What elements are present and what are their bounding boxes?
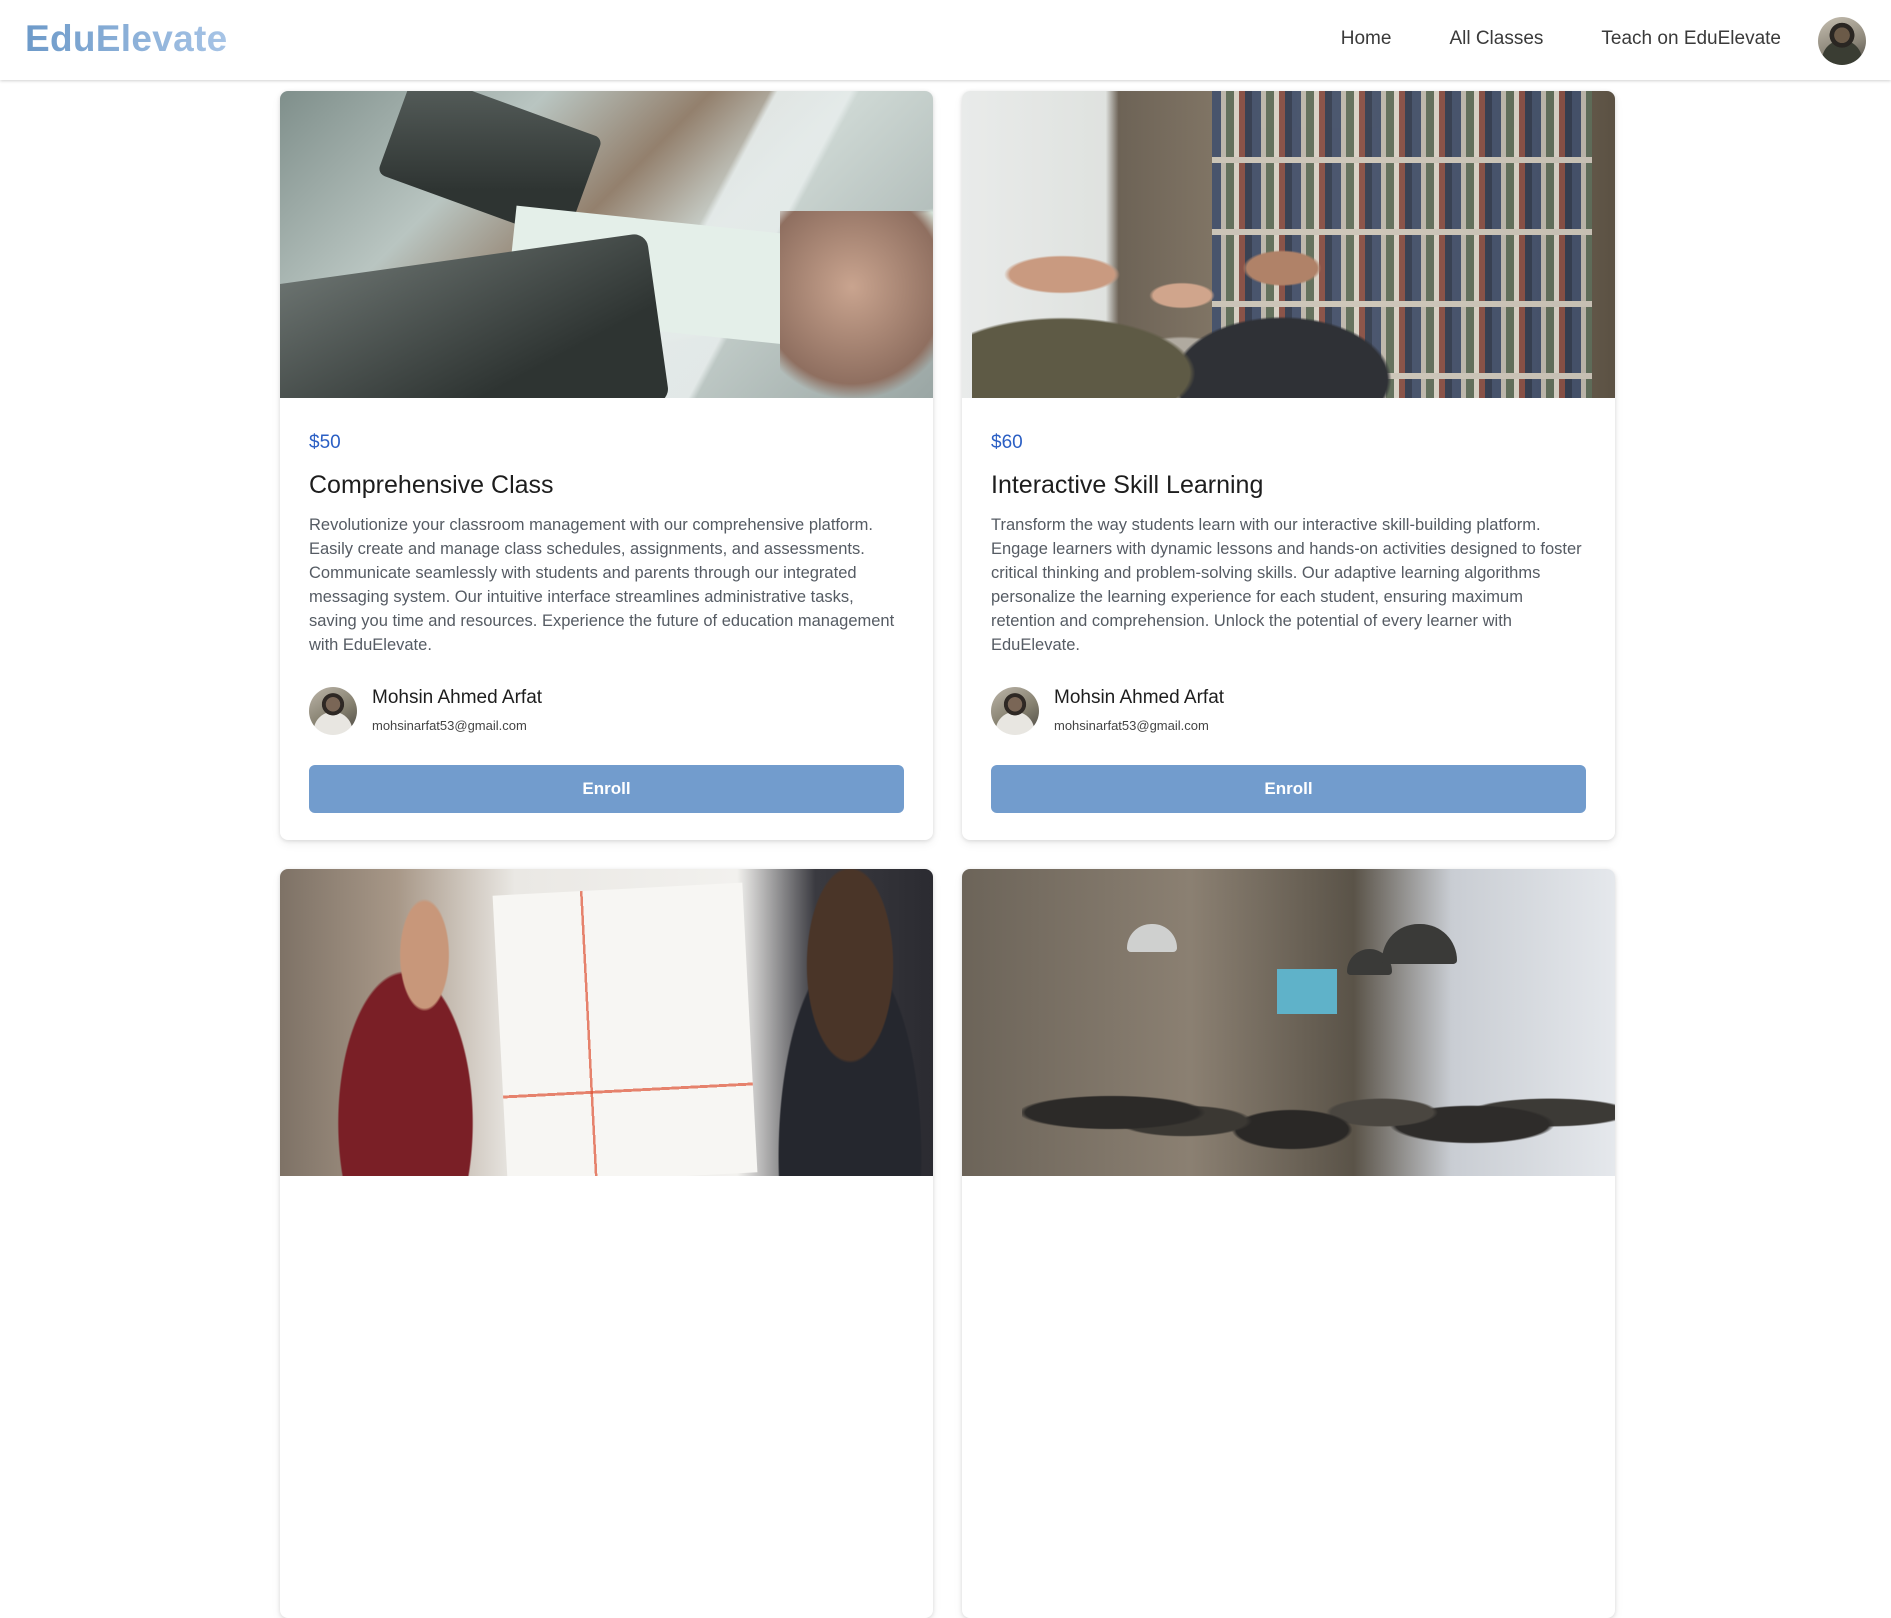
card-body: $50 Comprehensive Class Revolutionize yo… [280, 431, 933, 813]
class-image [280, 869, 933, 1176]
teacher-email: mohsinarfat53@gmail.com [1054, 718, 1209, 733]
crowd-shape [1022, 1019, 1615, 1176]
teacher-details: Mohsin Ahmed Arfat mohsinarfat53@gmail.c… [1054, 687, 1224, 734]
nav-link-all-classes[interactable]: All Classes [1449, 28, 1543, 50]
nav-link-teach[interactable]: Teach on EduElevate [1601, 28, 1781, 50]
class-image [962, 869, 1615, 1176]
class-price: $50 [309, 432, 341, 453]
class-card: $50 Comprehensive Class Revolutionize yo… [280, 91, 933, 840]
class-grid: $50 Comprehensive Class Revolutionize yo… [280, 91, 1615, 1618]
user-avatar[interactable] [1818, 17, 1866, 65]
teacher-avatar [309, 687, 357, 735]
teacher-name: Mohsin Ahmed Arfat [372, 687, 543, 708]
enroll-button[interactable]: Enroll [991, 765, 1586, 813]
class-description: Transform the way students learn with ou… [991, 516, 1582, 654]
presenter-shape [320, 889, 510, 1176]
teacher-info: Mohsin Ahmed Arfat mohsinarfat53@gmail.c… [991, 687, 1586, 739]
class-card [280, 869, 933, 1618]
teacher-info: Mohsin Ahmed Arfat mohsinarfat53@gmail.c… [309, 687, 904, 739]
whiteboard-shape [492, 882, 758, 1176]
class-image [280, 91, 933, 398]
class-image [962, 91, 1615, 398]
person-shape [750, 869, 933, 1176]
people-shape [972, 201, 1472, 398]
hand-shape [780, 211, 933, 398]
class-card: $60 Interactive Skill Learning Transform… [962, 91, 1615, 840]
teacher-name: Mohsin Ahmed Arfat [1054, 687, 1225, 708]
class-card [962, 869, 1615, 1618]
nav-link-home[interactable]: Home [1341, 28, 1392, 50]
enroll-button[interactable]: Enroll [309, 765, 904, 813]
navbar: EduElevate Home All Classes Teach on Edu… [0, 0, 1891, 80]
class-title: Interactive Skill Learning [991, 471, 1264, 499]
teacher-email: mohsinarfat53@gmail.com [372, 718, 527, 733]
class-price: $60 [991, 432, 1023, 453]
screen-shape [1277, 969, 1337, 1014]
class-title: Comprehensive Class [309, 471, 554, 499]
lamp-shape [1382, 924, 1457, 964]
lamp-shape [1127, 924, 1177, 952]
card-body: $60 Interactive Skill Learning Transform… [962, 431, 1615, 813]
laptop-shape [280, 232, 670, 398]
teacher-details: Mohsin Ahmed Arfat mohsinarfat53@gmail.c… [372, 687, 542, 734]
nav-links: Home All Classes Teach on EduElevate [1341, 28, 1781, 50]
teacher-avatar [991, 687, 1039, 735]
brand-logo[interactable]: EduElevate [25, 18, 227, 60]
class-description: Revolutionize your classroom management … [309, 516, 895, 654]
